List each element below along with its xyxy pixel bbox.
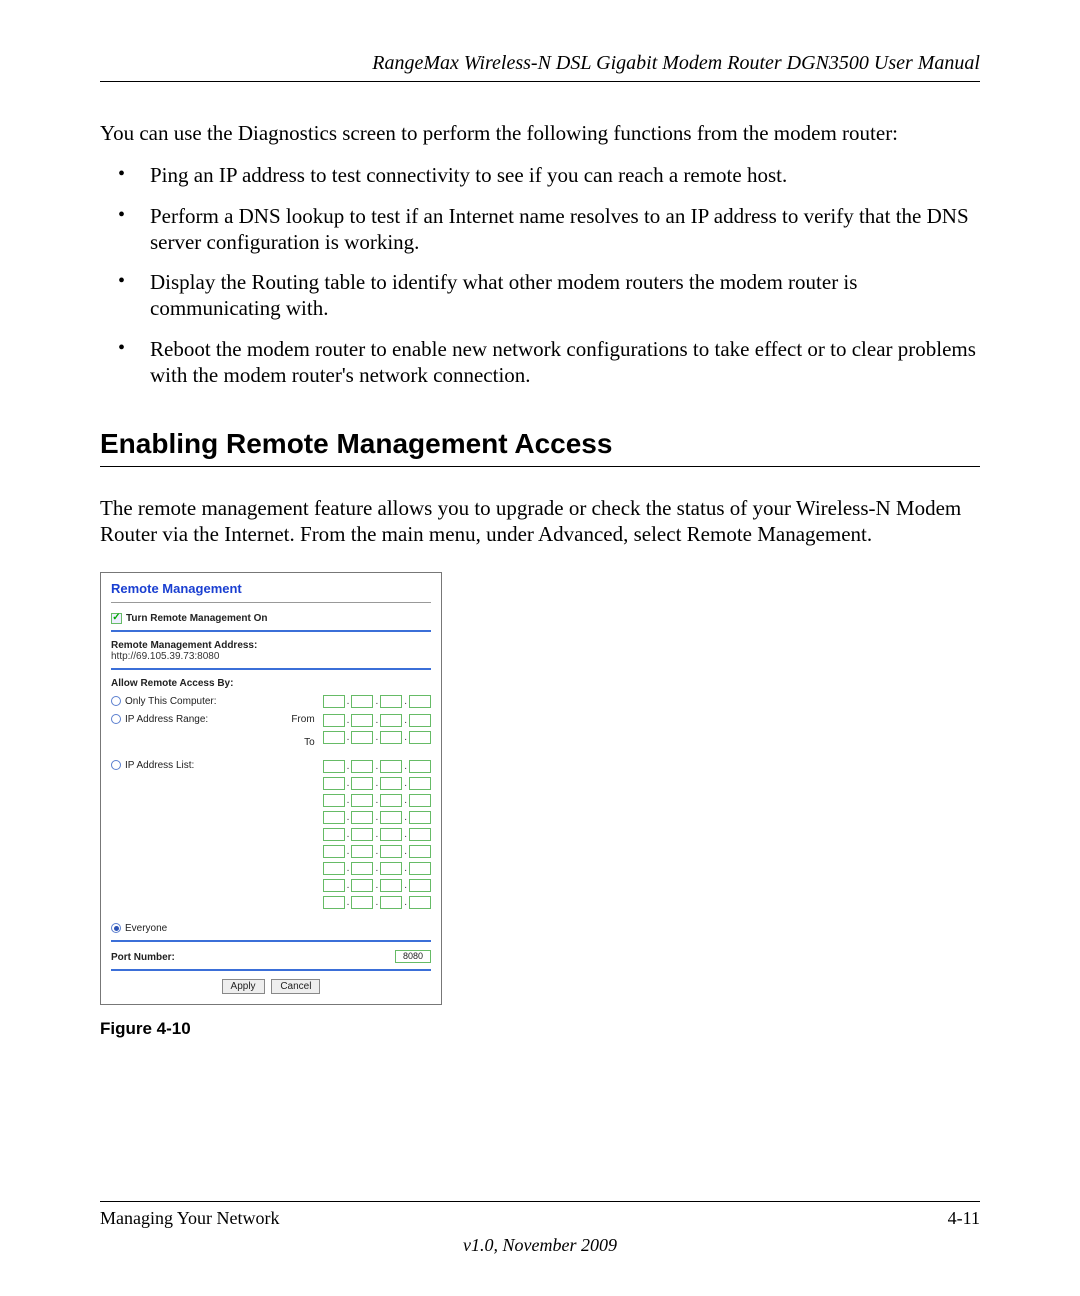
page-footer: Managing Your Network 4-11 v1.0, Novembe…: [100, 1201, 980, 1256]
ip-octet-input[interactable]: [409, 896, 431, 909]
divider: [111, 630, 431, 632]
section-heading: Enabling Remote Management Access: [100, 428, 980, 467]
ip-octet-input[interactable]: [323, 811, 345, 824]
radio-ip-range[interactable]: [111, 714, 121, 724]
ip-octet-input[interactable]: [351, 879, 373, 892]
figure-4-10: Remote Management ✓ Turn Remote Manageme…: [100, 572, 980, 1039]
ip-octet-input[interactable]: [409, 811, 431, 824]
ip-list-inputs[interactable]: ... ... ... ... ... ... ... ... ...: [323, 760, 431, 909]
checkbox-icon[interactable]: ✓: [111, 613, 122, 624]
radio-everyone[interactable]: [111, 923, 121, 933]
ip-octet-input[interactable]: [323, 760, 345, 773]
ip-octet-input[interactable]: [409, 760, 431, 773]
ip-octet-input[interactable]: [323, 879, 345, 892]
panel-title: Remote Management: [111, 581, 431, 596]
address-label: Remote Management Address:: [111, 640, 431, 651]
ip-octet-input[interactable]: [351, 862, 373, 875]
ip-octet-input[interactable]: [409, 845, 431, 858]
divider: [111, 969, 431, 971]
intro-paragraph: You can use the Diagnostics screen to pe…: [100, 120, 980, 146]
port-label: Port Number:: [111, 952, 175, 963]
running-header: RangeMax Wireless-N DSL Gigabit Modem Ro…: [100, 52, 980, 82]
radio-ip-list[interactable]: [111, 760, 121, 770]
ip-octet-input[interactable]: [409, 828, 431, 841]
ip-octet-input[interactable]: [409, 695, 431, 708]
ip-octet-input[interactable]: [380, 731, 402, 744]
ip-octet-input[interactable]: [351, 777, 373, 790]
ip-range-inputs[interactable]: ... ...: [323, 714, 431, 748]
radio-label: IP Address Range:: [125, 714, 208, 725]
from-label: From: [291, 714, 314, 725]
ip-octet-input[interactable]: [323, 731, 345, 744]
address-value: http://69.105.39.73:8080: [111, 651, 431, 662]
figure-caption: Figure 4-10: [100, 1019, 980, 1039]
turn-on-row[interactable]: ✓ Turn Remote Management On: [111, 613, 431, 624]
ip-octet-input[interactable]: [351, 794, 373, 807]
ip-octet-input[interactable]: [409, 794, 431, 807]
divider: [111, 602, 431, 603]
checkbox-label: Turn Remote Management On: [126, 613, 268, 624]
ip-octet-input[interactable]: [380, 811, 402, 824]
ip-octet-input[interactable]: [380, 879, 402, 892]
ip-octet-input[interactable]: [323, 794, 345, 807]
footer-left: Managing Your Network: [100, 1208, 280, 1229]
ip-octet-input[interactable]: [380, 896, 402, 909]
ip-octet-input[interactable]: [323, 845, 345, 858]
ip-octet-input[interactable]: [351, 828, 373, 841]
allow-access-label: Allow Remote Access By:: [111, 678, 431, 689]
ip-octet-input[interactable]: [380, 828, 402, 841]
ip-octet-input[interactable]: [409, 731, 431, 744]
divider: [111, 668, 431, 670]
ip-octet-input[interactable]: [380, 714, 402, 727]
bullet-item: Reboot the modem router to enable new ne…: [132, 336, 980, 389]
ip-octet-input[interactable]: [380, 777, 402, 790]
cancel-button[interactable]: Cancel: [271, 979, 320, 994]
ip-input-single[interactable]: . . .: [323, 695, 431, 708]
bullet-item: Display the Routing table to identify wh…: [132, 269, 980, 322]
ip-octet-input[interactable]: [380, 845, 402, 858]
radio-label: Everyone: [125, 923, 167, 934]
ip-octet-input[interactable]: [323, 695, 345, 708]
ip-octet-input[interactable]: [351, 896, 373, 909]
ip-octet-input[interactable]: [409, 862, 431, 875]
ip-octet-input[interactable]: [380, 862, 402, 875]
to-label: To: [291, 737, 314, 748]
ip-octet-input[interactable]: [323, 777, 345, 790]
ip-octet-input[interactable]: [351, 695, 373, 708]
ip-octet-input[interactable]: [409, 714, 431, 727]
ip-octet-input[interactable]: [323, 862, 345, 875]
ip-octet-input[interactable]: [323, 828, 345, 841]
footer-right: 4-11: [948, 1208, 980, 1229]
ip-octet-input[interactable]: [409, 879, 431, 892]
radio-label: Only This Computer:: [125, 696, 217, 707]
ip-octet-input[interactable]: [323, 896, 345, 909]
ip-octet-input[interactable]: [409, 777, 431, 790]
port-number-input[interactable]: 8080: [395, 950, 431, 963]
ip-octet-input[interactable]: [351, 760, 373, 773]
ip-octet-input[interactable]: [380, 760, 402, 773]
ip-octet-input[interactable]: [351, 731, 373, 744]
ip-octet-input[interactable]: [380, 794, 402, 807]
section-body: The remote management feature allows you…: [100, 495, 980, 548]
ip-octet-input[interactable]: [323, 714, 345, 727]
ip-octet-input[interactable]: [380, 695, 402, 708]
remote-management-panel: Remote Management ✓ Turn Remote Manageme…: [100, 572, 442, 1005]
ip-octet-input[interactable]: [351, 845, 373, 858]
ip-octet-input[interactable]: [351, 714, 373, 727]
bullet-item: Perform a DNS lookup to test if an Inter…: [132, 203, 980, 256]
diagnostics-bullets: Ping an IP address to test connectivity …: [100, 162, 980, 388]
ip-octet-input[interactable]: [351, 811, 373, 824]
apply-button[interactable]: Apply: [222, 979, 265, 994]
radio-label: IP Address List:: [125, 760, 194, 771]
footer-version: v1.0, November 2009: [100, 1235, 980, 1256]
bullet-item: Ping an IP address to test connectivity …: [132, 162, 980, 188]
radio-only-this-computer[interactable]: [111, 696, 121, 706]
divider: [111, 940, 431, 942]
